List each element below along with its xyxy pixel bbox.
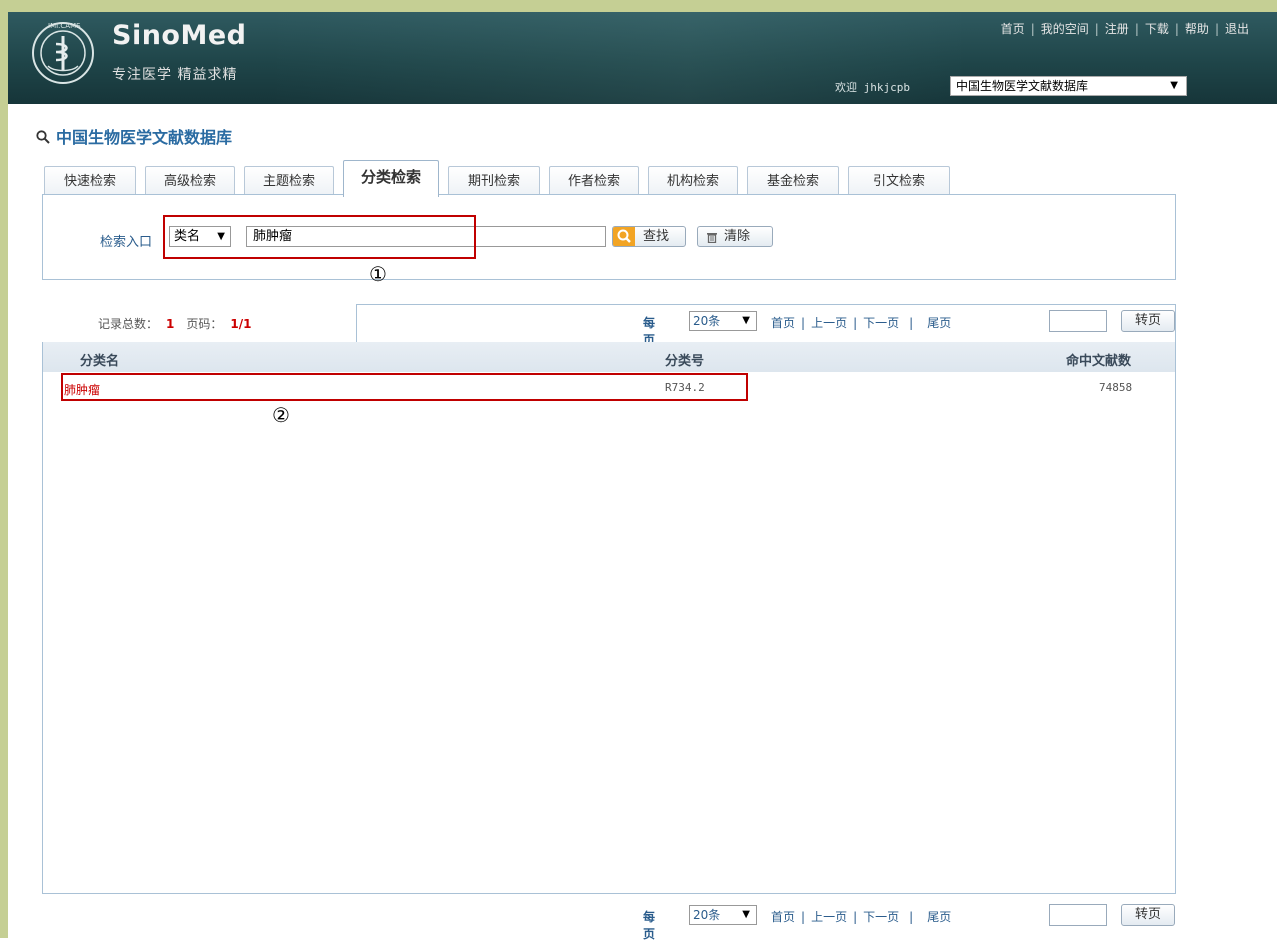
toplink-register[interactable]: 注册 bbox=[1105, 22, 1129, 36]
total-value: 1 bbox=[166, 317, 175, 331]
page-label: 页码： bbox=[186, 317, 223, 331]
page-title-text: 中国生物医学文献数据库 bbox=[56, 128, 233, 147]
database-select[interactable]: 中国生物医学文献数据库 ▼ bbox=[950, 76, 1187, 96]
tab-author-search[interactable]: 作者检索 bbox=[549, 166, 639, 195]
pager-last[interactable]: 尾页 bbox=[927, 910, 951, 924]
pager-prev[interactable]: 上一页 bbox=[811, 316, 847, 330]
column-header-count: 命中文献数 bbox=[1066, 354, 1132, 369]
brand-name: SinoMed bbox=[112, 20, 247, 51]
tab-quick-search[interactable]: 快速检索 bbox=[44, 166, 136, 195]
separator: | bbox=[801, 316, 806, 330]
pager-first[interactable]: 首页 bbox=[771, 910, 795, 924]
per-page-label: 每页 bbox=[643, 910, 656, 941]
annotation-marker-1: ① bbox=[369, 262, 387, 286]
find-button[interactable]: 查找 bbox=[612, 226, 686, 247]
jump-page-button[interactable]: 转页 bbox=[1121, 310, 1175, 332]
page-value: 1/1 bbox=[230, 317, 252, 331]
dropdown-arrow-icon: ▼ bbox=[742, 315, 750, 326]
trash-icon bbox=[706, 230, 718, 244]
jump-page-button[interactable]: 转页 bbox=[1121, 904, 1175, 926]
per-page-select[interactable]: 20条 ▼ bbox=[689, 311, 757, 331]
pager-last[interactable]: 尾页 bbox=[927, 316, 951, 330]
find-button-label: 查找 bbox=[643, 229, 670, 244]
pager-next[interactable]: 下一页 bbox=[863, 316, 899, 330]
separator: | bbox=[853, 316, 858, 330]
clear-button-label: 清除 bbox=[724, 229, 751, 244]
window-frame-top bbox=[0, 0, 1277, 12]
toplink-logout[interactable]: 退出 bbox=[1225, 22, 1249, 36]
page-title: 中国生物医学文献数据库 bbox=[36, 124, 232, 148]
separator: | bbox=[1174, 22, 1179, 36]
separator: | bbox=[1030, 22, 1035, 36]
tab-journal-search[interactable]: 期刊检索 bbox=[448, 166, 540, 195]
separator: | bbox=[1214, 22, 1219, 36]
dropdown-arrow-icon: ▼ bbox=[1170, 80, 1178, 91]
toplink-my-space[interactable]: 我的空间 bbox=[1041, 22, 1089, 36]
search-entry-label: 检索入口 bbox=[100, 235, 153, 250]
toplink-home[interactable]: 首页 bbox=[1001, 22, 1025, 36]
tab-citation-search[interactable]: 引文检索 bbox=[848, 166, 950, 195]
clear-button[interactable]: 清除 bbox=[697, 226, 773, 247]
pager-next[interactable]: 下一页 bbox=[863, 910, 899, 924]
separator: | bbox=[1134, 22, 1139, 36]
brand-slogan: 专注医学 精益求精 bbox=[112, 67, 238, 83]
column-header-code: 分类号 bbox=[665, 354, 705, 369]
annotation-box-2 bbox=[61, 373, 748, 401]
total-label: 记录总数： bbox=[98, 317, 159, 331]
pager-first[interactable]: 首页 bbox=[771, 316, 795, 330]
record-info: 记录总数： 1 页码： 1/1 bbox=[98, 315, 263, 332]
emblem-text: IMI.CAMS bbox=[48, 22, 81, 30]
column-header-name: 分类名 bbox=[80, 354, 120, 369]
separator: | bbox=[909, 316, 914, 330]
dropdown-arrow-icon: ▼ bbox=[742, 909, 750, 920]
magnifier-icon bbox=[36, 129, 50, 148]
separator: | bbox=[853, 910, 858, 924]
per-page-value: 20条 bbox=[693, 908, 721, 922]
tab-institution-search[interactable]: 机构检索 bbox=[648, 166, 738, 195]
tab-fund-search[interactable]: 基金检索 bbox=[747, 166, 839, 195]
search-icon bbox=[613, 227, 635, 246]
toplink-help[interactable]: 帮助 bbox=[1185, 22, 1209, 36]
jump-page-input[interactable] bbox=[1049, 310, 1107, 332]
per-page-select[interactable]: 20条 ▼ bbox=[689, 905, 757, 925]
annotation-box-1 bbox=[163, 215, 476, 259]
result-hit-count: 74858 bbox=[1099, 381, 1133, 394]
welcome-text: 欢迎 jhkjcpb bbox=[835, 81, 910, 94]
annotation-marker-2: ② bbox=[272, 403, 290, 427]
pager-nav: 首页 | 上一页 | 下一页 | 尾页 bbox=[771, 314, 951, 331]
separator: | bbox=[1094, 22, 1099, 36]
jump-page-input[interactable] bbox=[1049, 904, 1107, 926]
tab-advanced-search[interactable]: 高级检索 bbox=[145, 166, 235, 195]
separator: | bbox=[909, 910, 914, 924]
pager-prev[interactable]: 上一页 bbox=[811, 910, 847, 924]
window-frame-left bbox=[0, 0, 8, 938]
results-table-header bbox=[43, 342, 1175, 372]
tab-classification-search[interactable]: 分类检索 bbox=[343, 160, 439, 197]
separator: | bbox=[801, 910, 806, 924]
logo-emblem-icon: IMI.CAMS bbox=[32, 22, 94, 84]
per-page-value: 20条 bbox=[693, 314, 721, 328]
pager-nav: 首页 | 上一页 | 下一页 | 尾页 bbox=[771, 908, 951, 925]
database-select-value: 中国生物医学文献数据库 bbox=[956, 79, 1089, 93]
toplink-download[interactable]: 下载 bbox=[1145, 22, 1169, 36]
top-links: 首页 | 我的空间 | 注册 | 下载 | 帮助 | 退出 bbox=[1001, 20, 1249, 37]
tab-subject-search[interactable]: 主题检索 bbox=[244, 166, 334, 195]
